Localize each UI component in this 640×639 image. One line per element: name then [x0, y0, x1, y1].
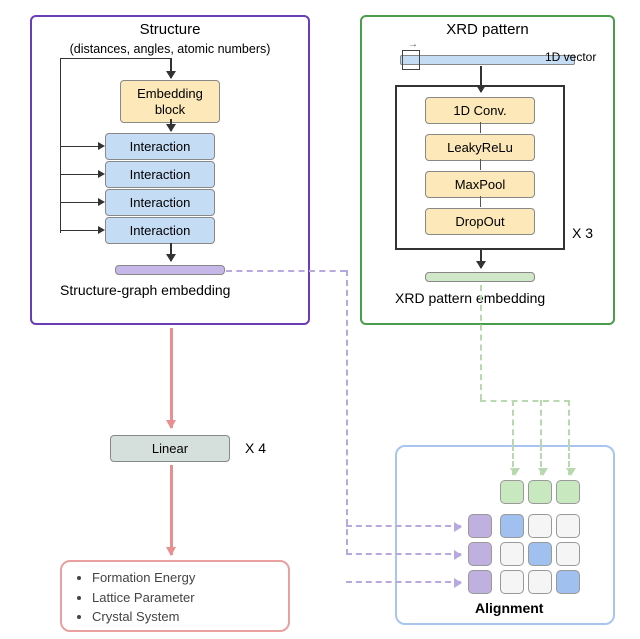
align-cell: [468, 542, 492, 566]
align-cell: [528, 542, 552, 566]
linear-repeat: X 4: [245, 440, 266, 456]
red-arrow: [170, 328, 173, 428]
line: [480, 159, 481, 170]
alignment-label: Alignment: [475, 600, 543, 616]
align-cell: [556, 480, 580, 504]
dash-line: [346, 270, 348, 555]
arrow: [170, 119, 172, 131]
arrow: [170, 243, 172, 261]
interaction-block: Interaction: [105, 133, 215, 160]
maxpool-layer: MaxPool: [425, 171, 535, 198]
structure-out-label: Structure-graph embedding: [60, 282, 230, 298]
output-item: Crystal System: [92, 607, 276, 627]
align-cell: [556, 542, 580, 566]
align-matrix: [500, 514, 580, 594]
align-cell: [528, 514, 552, 538]
dash-arrow: [540, 445, 542, 475]
align-cell: [528, 480, 552, 504]
dash-line: [512, 400, 514, 445]
leakyrelu-layer: LeakyReLu: [425, 134, 535, 161]
align-cell: [500, 542, 524, 566]
arrow: [170, 58, 172, 78]
slide-arrow-icon: →: [408, 39, 418, 50]
align-top-row: [500, 480, 580, 504]
skip-line: [60, 202, 103, 203]
structure-subtitle: (distances, angles, atomic numbers): [32, 42, 308, 56]
align-cell: [500, 480, 524, 504]
skip-line: [60, 58, 170, 59]
dash-arrow: [346, 525, 461, 527]
vector-window: [402, 50, 420, 70]
dash-line: [480, 400, 570, 402]
interaction-block: Interaction: [105, 161, 215, 188]
arrowhead: [98, 170, 105, 178]
dash-line: [540, 400, 542, 445]
xrd-embedding-bar: [425, 272, 535, 282]
vector-label: 1D vector: [545, 50, 596, 64]
red-arrow: [170, 465, 173, 555]
arrowhead: [98, 142, 105, 150]
dash-line: [226, 270, 346, 272]
arrow: [480, 250, 482, 268]
arrowhead: [98, 226, 105, 234]
align-cell: [556, 514, 580, 538]
conv-layer: 1D Conv.: [425, 97, 535, 124]
align-cell: [468, 514, 492, 538]
structure-embedding-bar: [115, 265, 225, 275]
embedding-block: Embedding block: [120, 80, 220, 123]
line: [480, 122, 481, 133]
structure-title: Structure: [32, 21, 308, 38]
output-item: Formation Energy: [92, 568, 276, 588]
align-cell: [468, 570, 492, 594]
interaction-block: Interaction: [105, 189, 215, 216]
dash-arrow: [346, 553, 461, 555]
align-cell: [500, 514, 524, 538]
linear-block: Linear: [110, 435, 230, 462]
xrd-out-label: XRD pattern embedding: [395, 290, 545, 306]
align-left-col: [468, 514, 492, 594]
interaction-block: Interaction: [105, 217, 215, 244]
xrd-repeat: X 3: [572, 225, 593, 241]
align-cell: [556, 570, 580, 594]
dash-arrow: [346, 581, 461, 583]
xrd-title: XRD pattern: [362, 21, 613, 38]
dropout-layer: DropOut: [425, 208, 535, 235]
output-item: Lattice Parameter: [92, 588, 276, 608]
output-panel: Formation Energy Lattice Parameter Cryst…: [60, 560, 290, 632]
line: [480, 196, 481, 207]
align-cell: [500, 570, 524, 594]
output-list: Formation Energy Lattice Parameter Cryst…: [74, 568, 276, 627]
arrowhead: [98, 198, 105, 206]
skip-line: [60, 174, 103, 175]
skip-line: [60, 230, 103, 231]
dash-arrow: [568, 445, 570, 475]
dash-line: [568, 400, 570, 445]
dash-arrow: [512, 445, 514, 475]
align-cell: [528, 570, 552, 594]
dash-line: [480, 285, 482, 400]
skip-line: [60, 146, 103, 147]
